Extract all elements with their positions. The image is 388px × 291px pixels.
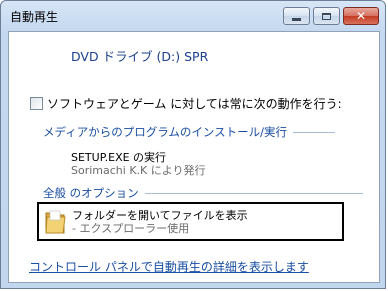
general-section-heading: 全般 のオプション — [43, 185, 363, 201]
always-checkbox[interactable] — [30, 97, 43, 110]
install-section-heading: メディアからのプログラムのインストール/実行 — [43, 124, 335, 140]
window-title: 自動再生 — [10, 10, 59, 24]
minimize-icon — [292, 17, 301, 21]
run-setup-publisher: Sorimachi K.K により発行 — [71, 164, 206, 177]
install-section-title: メディアからのプログラムのインストール/実行 — [43, 125, 287, 139]
general-section-title: 全般 のオプション — [43, 186, 139, 200]
autoplay-content: DVD ドライブ (D:) SPR ソフトウェアとゲーム に対しては常に次の動作… — [8, 31, 380, 283]
always-do-row[interactable]: ソフトウェアとゲーム に対しては常に次の動作を行う: — [30, 95, 342, 112]
open-folder-subtitle: - エクスプローラー使用 — [72, 222, 190, 235]
run-setup-option[interactable]: SETUP.EXE の実行 Sorimachi K.K により発行 — [71, 151, 206, 177]
open-folder-title: フォルダーを開いてファイルを表示 — [72, 209, 248, 222]
control-panel-link[interactable]: コントロール パネルで自動再生の詳細を表示します — [29, 258, 309, 275]
device-label: DVD ドライブ (D:) SPR — [71, 49, 209, 64]
section-divider — [293, 131, 335, 133]
minimize-button[interactable] — [283, 7, 310, 25]
maximize-icon — [322, 12, 331, 20]
title-bar[interactable]: 自動再生 ✕ — [1, 1, 385, 31]
close-icon: ✕ — [355, 9, 367, 23]
always-label[interactable]: ソフトウェアとゲーム に対しては常に次の動作を行う: — [47, 95, 342, 112]
open-folder-text: フォルダーを開いてファイルを表示 - エクスプローラー使用 — [72, 209, 248, 235]
section-divider — [144, 192, 363, 194]
close-button[interactable]: ✕ — [343, 7, 379, 25]
run-setup-title: SETUP.EXE の実行 — [71, 151, 167, 164]
maximize-button[interactable] — [313, 7, 340, 25]
open-folder-option[interactable]: フォルダーを開いてファイルを表示 - エクスプローラー使用 — [37, 202, 344, 241]
autoplay-window: 自動再生 ✕ DVD ドライブ (D:) SPR ソフトウェアとゲーム に対して… — [0, 0, 386, 289]
folder-icon — [45, 210, 66, 234]
